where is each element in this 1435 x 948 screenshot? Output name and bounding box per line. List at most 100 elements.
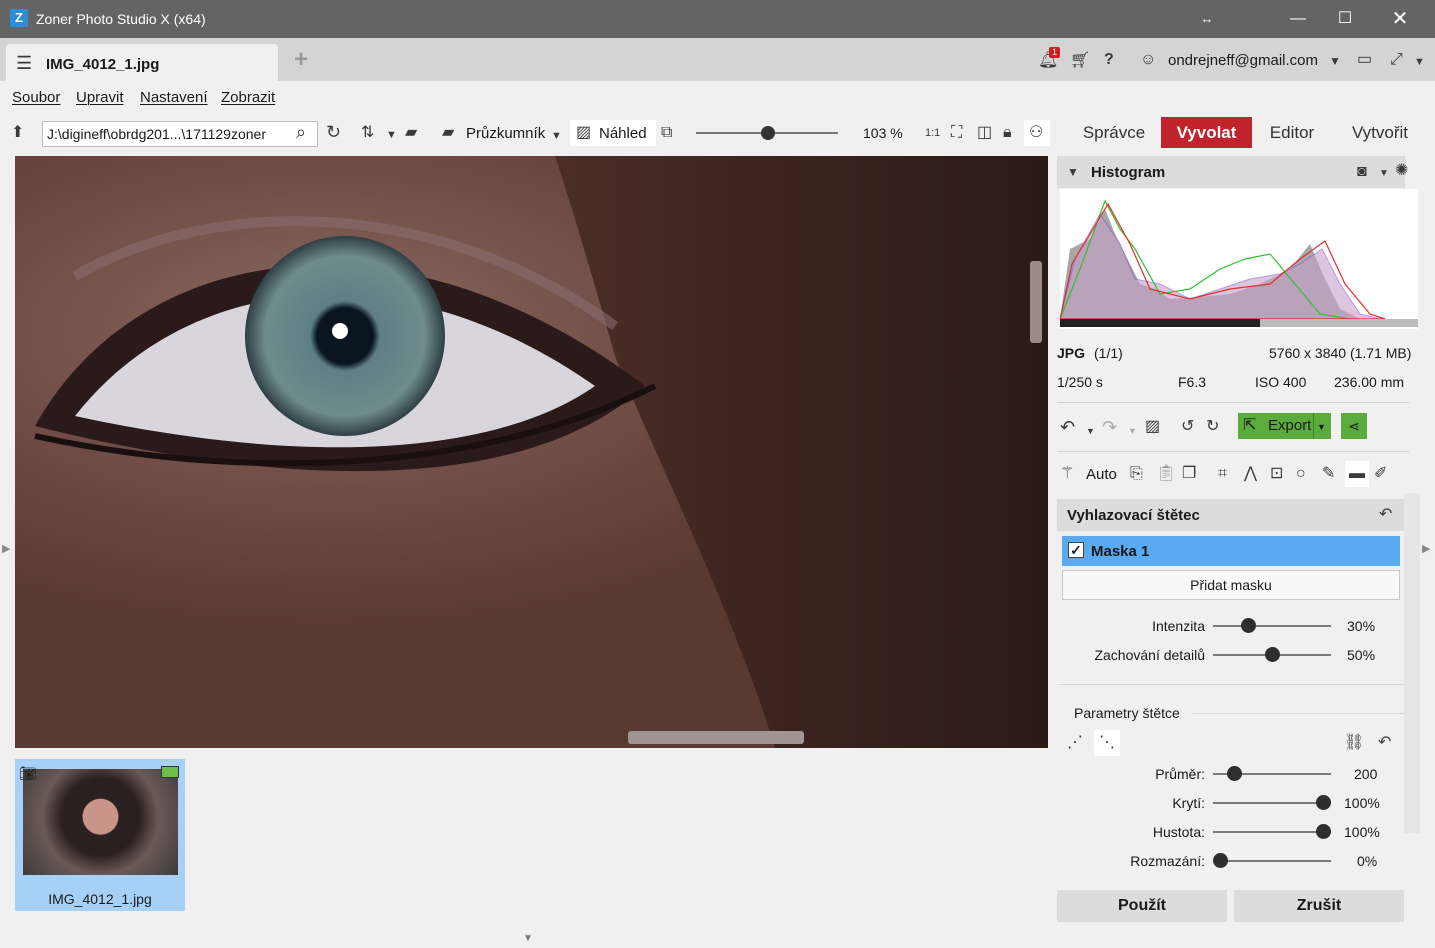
mask-item[interactable]: ✓ Maska 1 [1062, 536, 1400, 566]
settings-sliders-icon[interactable]: ☰ [16, 54, 32, 72]
brush-params-title: Parametry štětce [1074, 705, 1180, 721]
collapse-arrow-icon[interactable]: ▼ [1067, 163, 1079, 181]
refresh-icon[interactable]: ↻ [326, 123, 341, 141]
zoom-slider-handle[interactable] [761, 126, 775, 140]
help-icon[interactable]: ? [1104, 51, 1114, 69]
intensity-slider-track[interactable] [1213, 625, 1331, 627]
compare-icon[interactable]: ◫ [977, 124, 992, 142]
actual-size-icon[interactable]: 1:1 [925, 124, 940, 142]
tab-spravce[interactable]: Správce [1080, 117, 1148, 148]
document-tab[interactable]: ☰ IMG_4012_1.jpg [6, 44, 278, 81]
graduated-filter-icon[interactable]: ⊡ [1270, 465, 1283, 483]
tab-editor[interactable]: Editor [1263, 117, 1321, 148]
duplicate-icon[interactable]: ❐ [1182, 465, 1196, 483]
new-folder-icon[interactable]: ▰ [405, 124, 417, 142]
chevron-down-icon[interactable]: ▼ [1317, 418, 1326, 436]
chevron-down-icon[interactable]: ▼ [1128, 422, 1137, 440]
filmstrip-toggle-icon[interactable]: ▼ [523, 930, 533, 948]
auto-button[interactable]: Auto [1086, 466, 1117, 483]
menu-soubor[interactable]: Soubor [12, 89, 60, 106]
eye-photo [34, 156, 1048, 748]
chevron-down-icon[interactable]: ▼ [1086, 422, 1095, 440]
camera-view-icon[interactable]: ◙ [1357, 163, 1367, 181]
link-icon[interactable]: ⛓ [1344, 734, 1364, 752]
tab-vytvorit[interactable]: Vytvořit [1344, 117, 1416, 148]
rotate-right-icon[interactable]: ↻ [1206, 418, 1219, 436]
detail-label: Zachování detailů [1094, 647, 1205, 663]
image-compare-icon[interactable]: ▨ [1145, 418, 1160, 436]
right-panel-arrow-icon[interactable]: ▶ [1422, 540, 1430, 558]
rotate-left-icon[interactable]: ↺ [1181, 418, 1194, 436]
brush-erase-tool[interactable]: ⋱ [1094, 730, 1120, 756]
folder-up-icon[interactable]: ⬆ [11, 124, 24, 142]
panel-scrollbar[interactable] [1404, 493, 1420, 833]
maximize-button[interactable]: ☐ [1322, 0, 1368, 38]
histogram-header[interactable]: ▼ Histogram ◙ ▼ ✺ [1057, 156, 1408, 188]
sort-icon[interactable]: ⇅ [361, 124, 374, 142]
settings-icon[interactable]: ✺ [1395, 162, 1408, 180]
mask-checkbox[interactable]: ✓ [1068, 542, 1084, 558]
brush-add-icon[interactable]: ⋰ [1067, 734, 1083, 752]
crop-icon[interactable]: ⌗ [1218, 465, 1227, 483]
browser-folder-icon[interactable]: ▰ [442, 124, 454, 142]
undo-icon[interactable]: ↶ [1060, 418, 1075, 436]
detail-value: 50% [1347, 647, 1376, 663]
diameter-slider-handle[interactable] [1227, 766, 1242, 781]
lock-icon[interactable]: 🔒︎ [1003, 124, 1012, 142]
redo-icon[interactable]: ↷ [1102, 418, 1117, 436]
resize-arrows-icon[interactable]: ↔ [1184, 0, 1230, 38]
external-open-icon[interactable]: ⧉ [661, 124, 672, 142]
radial-filter-icon[interactable]: ○ [1296, 465, 1306, 483]
magic-wand-icon[interactable]: ⚚ [1060, 465, 1074, 483]
user-switch-button[interactable]: ⚇ [1024, 120, 1050, 146]
add-mask-button[interactable]: Přidat masku [1062, 570, 1400, 600]
horizontal-scrollbar[interactable] [628, 731, 804, 744]
photo-canvas[interactable] [15, 156, 1048, 748]
fullscreen-icon[interactable]: ⤢ [1390, 51, 1403, 69]
chevron-down-icon[interactable]: ▼ [1379, 165, 1389, 183]
reset-icon[interactable]: ↶ [1379, 506, 1392, 524]
minimize-button[interactable]: — [1275, 0, 1321, 38]
browser-label[interactable]: Průzkumník [466, 125, 545, 142]
thumbnail-item[interactable]: 📷︎ IMG_4012_1.jpg [15, 759, 185, 911]
cart-icon[interactable]: 🛒︎ [1070, 52, 1090, 70]
density-slider-handle[interactable] [1316, 824, 1331, 839]
monitor-icon[interactable]: ▭ [1357, 51, 1372, 69]
share-button[interactable]: ⋖ [1341, 413, 1367, 439]
preview-toggle[interactable]: ▨ Náhled [570, 120, 656, 146]
opacity-slider-handle[interactable] [1316, 795, 1331, 810]
opacity-slider-track[interactable] [1213, 802, 1331, 804]
smoothing-brush-tool[interactable]: ▬ [1345, 461, 1369, 487]
chevron-down-icon[interactable]: ▼ [551, 127, 562, 145]
menu-nastaveni[interactable]: Nastavení [140, 89, 208, 106]
left-panel-arrow-icon[interactable]: ▶ [2, 540, 10, 558]
user-icon[interactable]: ☺ [1140, 51, 1156, 69]
brush-icon[interactable]: ✎ [1322, 465, 1335, 483]
blur-slider-track[interactable] [1213, 860, 1331, 862]
chevron-down-icon[interactable]: ▼ [1329, 52, 1341, 70]
fit-screen-icon[interactable]: ⛶ [951, 124, 962, 142]
menu-upravit[interactable]: Upravit [76, 89, 124, 106]
detail-slider-handle[interactable] [1265, 647, 1280, 662]
search-icon[interactable]: ⌕ [296, 123, 306, 141]
density-slider-track[interactable] [1213, 831, 1331, 833]
copy-settings-icon[interactable]: ⎘ [1130, 465, 1143, 483]
user-email[interactable]: ondrejneff@gmail.com [1168, 52, 1318, 69]
paste-settings-icon[interactable]: 📋︎ [1156, 465, 1176, 483]
new-tab-plus-icon[interactable]: + [294, 48, 308, 72]
reset-icon[interactable]: ↶ [1378, 734, 1391, 752]
perspective-icon[interactable]: ⋀ [1244, 465, 1257, 483]
healing-brush-icon[interactable]: ✐ [1374, 465, 1387, 483]
intensity-slider-handle[interactable] [1241, 618, 1257, 633]
path-input[interactable]: J:\digineff\obrdg201...\171129zoner [42, 121, 318, 147]
cancel-button[interactable]: Zrušit [1234, 890, 1404, 922]
apply-button[interactable]: Použít [1057, 890, 1227, 922]
close-button[interactable]: ✕ [1377, 0, 1423, 38]
export-button[interactable]: ⇱ Export ▼ [1238, 413, 1331, 439]
tab-vyvolat[interactable]: Vyvolat [1161, 117, 1252, 148]
blur-slider-handle[interactable] [1213, 853, 1228, 868]
chevron-down-icon[interactable]: ▼ [386, 126, 397, 144]
vertical-scrollbar[interactable] [1030, 261, 1042, 343]
menu-zobrazit[interactable]: Zobrazit [221, 89, 275, 106]
chevron-down-icon[interactable]: ▼ [1414, 53, 1425, 71]
